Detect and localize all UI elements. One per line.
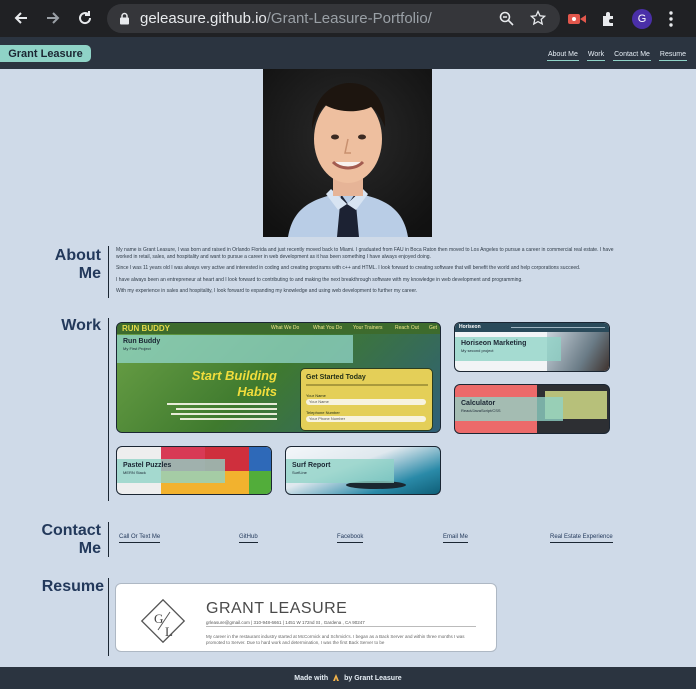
project-title: Run Buddy — [123, 338, 161, 345]
project-label: Calculator React/JavaScript/CSS — [455, 397, 563, 421]
horiseon-logo: Horiseon — [459, 324, 481, 330]
site-footer: Made with by Grant Leasure — [0, 667, 696, 689]
about-text: My name is Grant Leasure, I was born and… — [116, 247, 616, 300]
contact-divider — [108, 522, 109, 557]
profile-photo — [263, 69, 432, 237]
project-card-run-buddy[interactable]: RUN BUDDY What We Do What You Do Your Tr… — [116, 322, 441, 433]
project-subtitle: My First Project — [123, 346, 151, 351]
contact-link-phone[interactable]: Call Or Text Me — [119, 534, 161, 543]
nav-link-about[interactable]: About Me — [546, 51, 579, 61]
about-paragraph: My name is Grant Leasure, I was born and… — [116, 247, 614, 260]
url-path: /Grant-Leasure-Portfolio/ — [266, 10, 432, 27]
project-title: Pastel Puzzles — [123, 462, 172, 469]
project-label: Run Buddy My First Project — [117, 335, 353, 363]
project-subtitle: SurfLine — [292, 470, 307, 475]
monogram-logo-icon: G L — [140, 598, 186, 644]
run-buddy-form-text — [306, 384, 428, 386]
run-buddy-headline-line: Start Building — [191, 368, 277, 383]
run-buddy-menu-item: What We Do — [271, 325, 300, 331]
contact-link-github[interactable]: GitHub — [239, 534, 258, 543]
lock-icon — [120, 12, 129, 25]
forward-arrow-icon — [47, 12, 60, 24]
project-subtitle: My second project — [461, 348, 494, 353]
resume-divider — [108, 578, 109, 656]
hands-emoji-icon — [333, 674, 340, 681]
run-buddy-headline: Start Building Habits — [165, 368, 277, 400]
browser-toolbar: geleasure.github.io/Grant-Leasure-Portfo… — [0, 0, 696, 37]
run-buddy-phone-input: Your Phone Number — [306, 416, 426, 422]
menu-button[interactable] — [668, 0, 674, 37]
run-buddy-menu-item: What You Do — [313, 325, 343, 331]
project-title: Surf Report — [292, 462, 331, 469]
reload-icon — [79, 11, 92, 25]
about-divider — [108, 246, 109, 298]
project-card-pastel-puzzles[interactable]: Pastel Puzzles MERN Stack — [116, 446, 272, 495]
run-buddy-headline-line: Habits — [237, 384, 277, 399]
profile-button[interactable]: G — [632, 0, 652, 37]
project-label: Pastel Puzzles MERN Stack — [117, 459, 225, 483]
address-bar[interactable]: geleasure.github.io/Grant-Leasure-Portfo… — [107, 4, 560, 33]
bookmark-star-icon[interactable] — [530, 10, 546, 26]
record-extension-icon — [568, 13, 586, 24]
contact-link-facebook[interactable]: Facebook — [337, 534, 364, 543]
project-card-horiseon[interactable]: Horiseon Horiseon Marketing My second pr… — [454, 322, 610, 372]
forward-button[interactable] — [40, 5, 66, 31]
url-text: geleasure.github.io/Grant-Leasure-Portfo… — [140, 10, 432, 27]
brand-logo[interactable]: Grant Leasure — [0, 45, 91, 62]
project-subtitle: MERN Stack — [123, 470, 146, 475]
contact-heading: Contact Me — [41, 522, 101, 557]
project-title: Horiseon Marketing — [461, 340, 527, 347]
project-card-surf-report[interactable]: Surf Report SurfLine — [285, 446, 441, 495]
nav-links: About Me Work Contact Me Resume — [546, 51, 687, 61]
run-buddy-menu-item: Your Trainers — [353, 325, 383, 331]
about-paragraph: I have always been an entrepreneur at he… — [116, 276, 523, 283]
zoom-icon[interactable] — [499, 11, 514, 26]
resume-name: GRANT LEASURE — [206, 600, 348, 617]
project-label: Surf Report SurfLine — [286, 459, 394, 483]
resume-summary: My career in the restaurant industry sta… — [206, 634, 465, 645]
contact-link-real-estate[interactable]: Real Estate Experience — [550, 534, 613, 543]
about-heading: About Me — [54, 247, 101, 282]
project-subtitle: React/JavaScript/CSS — [461, 408, 501, 413]
resume-contact: grleasure@gmail.com | 310-948-6661 | 145… — [206, 620, 365, 625]
resume-heading: Resume — [41, 578, 104, 595]
nav-link-resume[interactable]: Resume — [658, 51, 687, 61]
resume-preview[interactable]: G L GRANT LEASURE grleasure@gmail.com | … — [115, 583, 497, 652]
project-label: Horiseon Marketing My second project — [455, 337, 561, 361]
back-arrow-icon — [14, 12, 27, 24]
url-domain: geleasure.github.io — [140, 10, 267, 27]
extension-record[interactable] — [567, 0, 587, 37]
extensions-button[interactable] — [600, 0, 617, 37]
project-card-calculator[interactable]: Calculator React/JavaScript/CSS — [454, 384, 610, 434]
puzzle-icon — [603, 12, 613, 26]
project-title: Calculator — [461, 400, 496, 407]
about-paragraph: With my experience in sales and hospital… — [116, 288, 418, 294]
back-button[interactable] — [8, 5, 34, 31]
run-buddy-form-label: Your Name — [306, 393, 326, 398]
site-header: Grant Leasure About Me Work Contact Me R… — [0, 37, 696, 69]
work-divider — [108, 318, 109, 501]
nav-link-work[interactable]: Work — [586, 51, 606, 61]
reload-button[interactable] — [72, 5, 98, 31]
kebab-menu-icon — [669, 10, 673, 27]
footer-prefix: Made with — [294, 674, 329, 682]
footer-suffix: by Grant Leasure — [344, 674, 402, 682]
run-buddy-header: RUN BUDDY What We Do What You Do Your Tr… — [117, 323, 440, 334]
run-buddy-logo: RUN BUDDY — [122, 324, 170, 333]
avatar: G — [632, 8, 652, 29]
contact-link-email[interactable]: Email Me — [443, 534, 469, 543]
about-paragraph: Since I was 11 years old I was always ve… — [116, 265, 581, 271]
run-buddy-form-title: Get Started Today — [306, 374, 366, 381]
run-buddy-name-input: Your Name — [306, 399, 426, 405]
svg-text:L: L — [165, 624, 173, 639]
run-buddy-form-label: Telephone Number — [306, 410, 340, 415]
run-buddy-menu-item: Reach Out — [395, 325, 419, 331]
nav-link-contact[interactable]: Contact Me — [613, 51, 651, 61]
run-buddy-menu-item: Get — [429, 325, 438, 331]
run-buddy-form: Get Started Today Your Name Your Name Te… — [300, 368, 433, 431]
run-buddy-lorem — [167, 403, 277, 429]
horiseon-header: Horiseon — [455, 323, 609, 332]
contact-links: Call Or Text Me GitHub Facebook Email Me… — [116, 534, 616, 548]
work-heading: Work — [61, 317, 101, 334]
